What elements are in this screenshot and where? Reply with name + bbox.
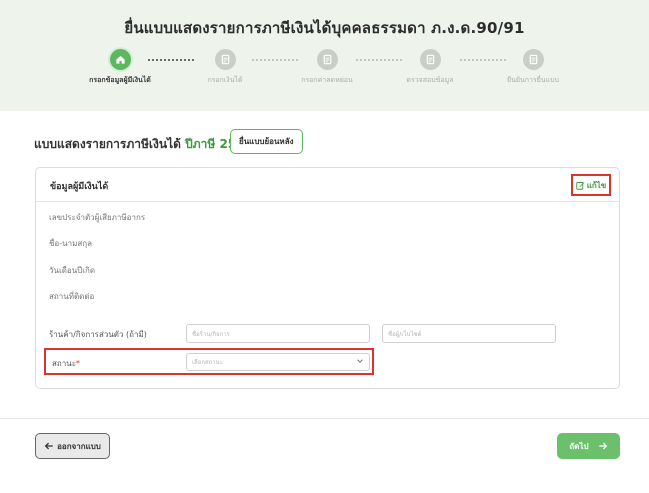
document-icon bbox=[214, 49, 236, 70]
document-icon bbox=[522, 49, 544, 70]
step-label: ยืนยันการยื่นแบบ bbox=[507, 76, 559, 84]
dob-label: วันเดือนปีเกิด bbox=[49, 266, 96, 275]
arrow-left-icon bbox=[44, 442, 53, 450]
home-icon bbox=[109, 49, 131, 70]
step-label: กรอกค่าลดหย่อน bbox=[301, 76, 353, 84]
step-deductions[interactable]: กรอกค่าลดหย่อน bbox=[282, 49, 372, 86]
required-mark: * bbox=[75, 359, 80, 368]
status-field-highlight: สถานะ* เลือกสถานะ bbox=[44, 348, 374, 375]
step-label: กรอกเงินได้ bbox=[207, 76, 243, 84]
address-label: สถานที่ติดต่อ bbox=[49, 292, 95, 301]
footer-divider bbox=[0, 418, 649, 419]
arrow-right-icon bbox=[598, 442, 607, 450]
taxpayer-info-card: ข้อมูลผู้มีเงินได้ แก้ไข เลขประจำตัวผู้เ… bbox=[35, 167, 620, 389]
card-header: ข้อมูลผู้มีเงินได้ แก้ไข bbox=[36, 168, 619, 202]
section-title-text: แบบแสดงรายการภาษีเงินได้ bbox=[34, 137, 181, 151]
file-retroactive-button[interactable]: ยื่นแบบย้อนหลัง bbox=[230, 129, 303, 154]
document-icon bbox=[316, 49, 338, 70]
step-confirm[interactable]: ยืนยันการยื่นแบบ bbox=[488, 49, 578, 86]
status-select[interactable]: เลือกสถานะ bbox=[186, 353, 370, 371]
document-icon bbox=[419, 49, 441, 70]
chevron-down-icon bbox=[357, 359, 363, 363]
edit-button[interactable]: แก้ไข bbox=[571, 174, 611, 196]
next-button[interactable]: ถัดไป bbox=[557, 433, 620, 459]
name-label: ชื่อ-นามสกุล bbox=[49, 239, 92, 248]
status-select-placeholder: เลือกสถานะ bbox=[192, 359, 223, 366]
step-label: ตรวจสอบข้อมูล bbox=[406, 76, 454, 84]
page-title: ยื่นแบบแสดงรายการภาษีเงินได้บุคคลธรรมดา … bbox=[124, 19, 525, 37]
section-title: แบบแสดงรายการภาษีเงินได้ ปีภาษี 2565 bbox=[34, 135, 253, 154]
step-income[interactable]: กรอกเงินได้ bbox=[180, 49, 270, 86]
exit-form-button[interactable]: ออกจากแบบ bbox=[35, 433, 110, 459]
shop-website-input[interactable]: ชื่อผู้/เว็บไซต์ bbox=[382, 324, 556, 343]
edit-label: แก้ไข bbox=[586, 180, 607, 190]
next-label: ถัดไป bbox=[569, 441, 589, 451]
card-title: ข้อมูลผู้มีเงินได้ bbox=[50, 182, 109, 192]
exit-label: ออกจากแบบ bbox=[57, 441, 101, 451]
shop-name-input[interactable]: ชื่อร้าน/กิจการ bbox=[186, 324, 370, 343]
edit-icon bbox=[576, 181, 585, 190]
status-label: สถานะ* bbox=[52, 357, 80, 370]
step-taxpayer-info[interactable]: กรอกข้อมูลผู้มีเงินได้ bbox=[75, 49, 165, 86]
step-label: กรอกข้อมูลผู้มีเงินได้ bbox=[89, 76, 151, 84]
shop-label: ร้านค้า/กิจการส่วนตัว (ถ้ามี) bbox=[49, 330, 147, 339]
status-label-text: สถานะ bbox=[52, 359, 76, 368]
taxid-label: เลขประจำตัวผู้เสียภาษีอากร bbox=[49, 213, 146, 222]
step-review[interactable]: ตรวจสอบข้อมูล bbox=[385, 49, 475, 86]
